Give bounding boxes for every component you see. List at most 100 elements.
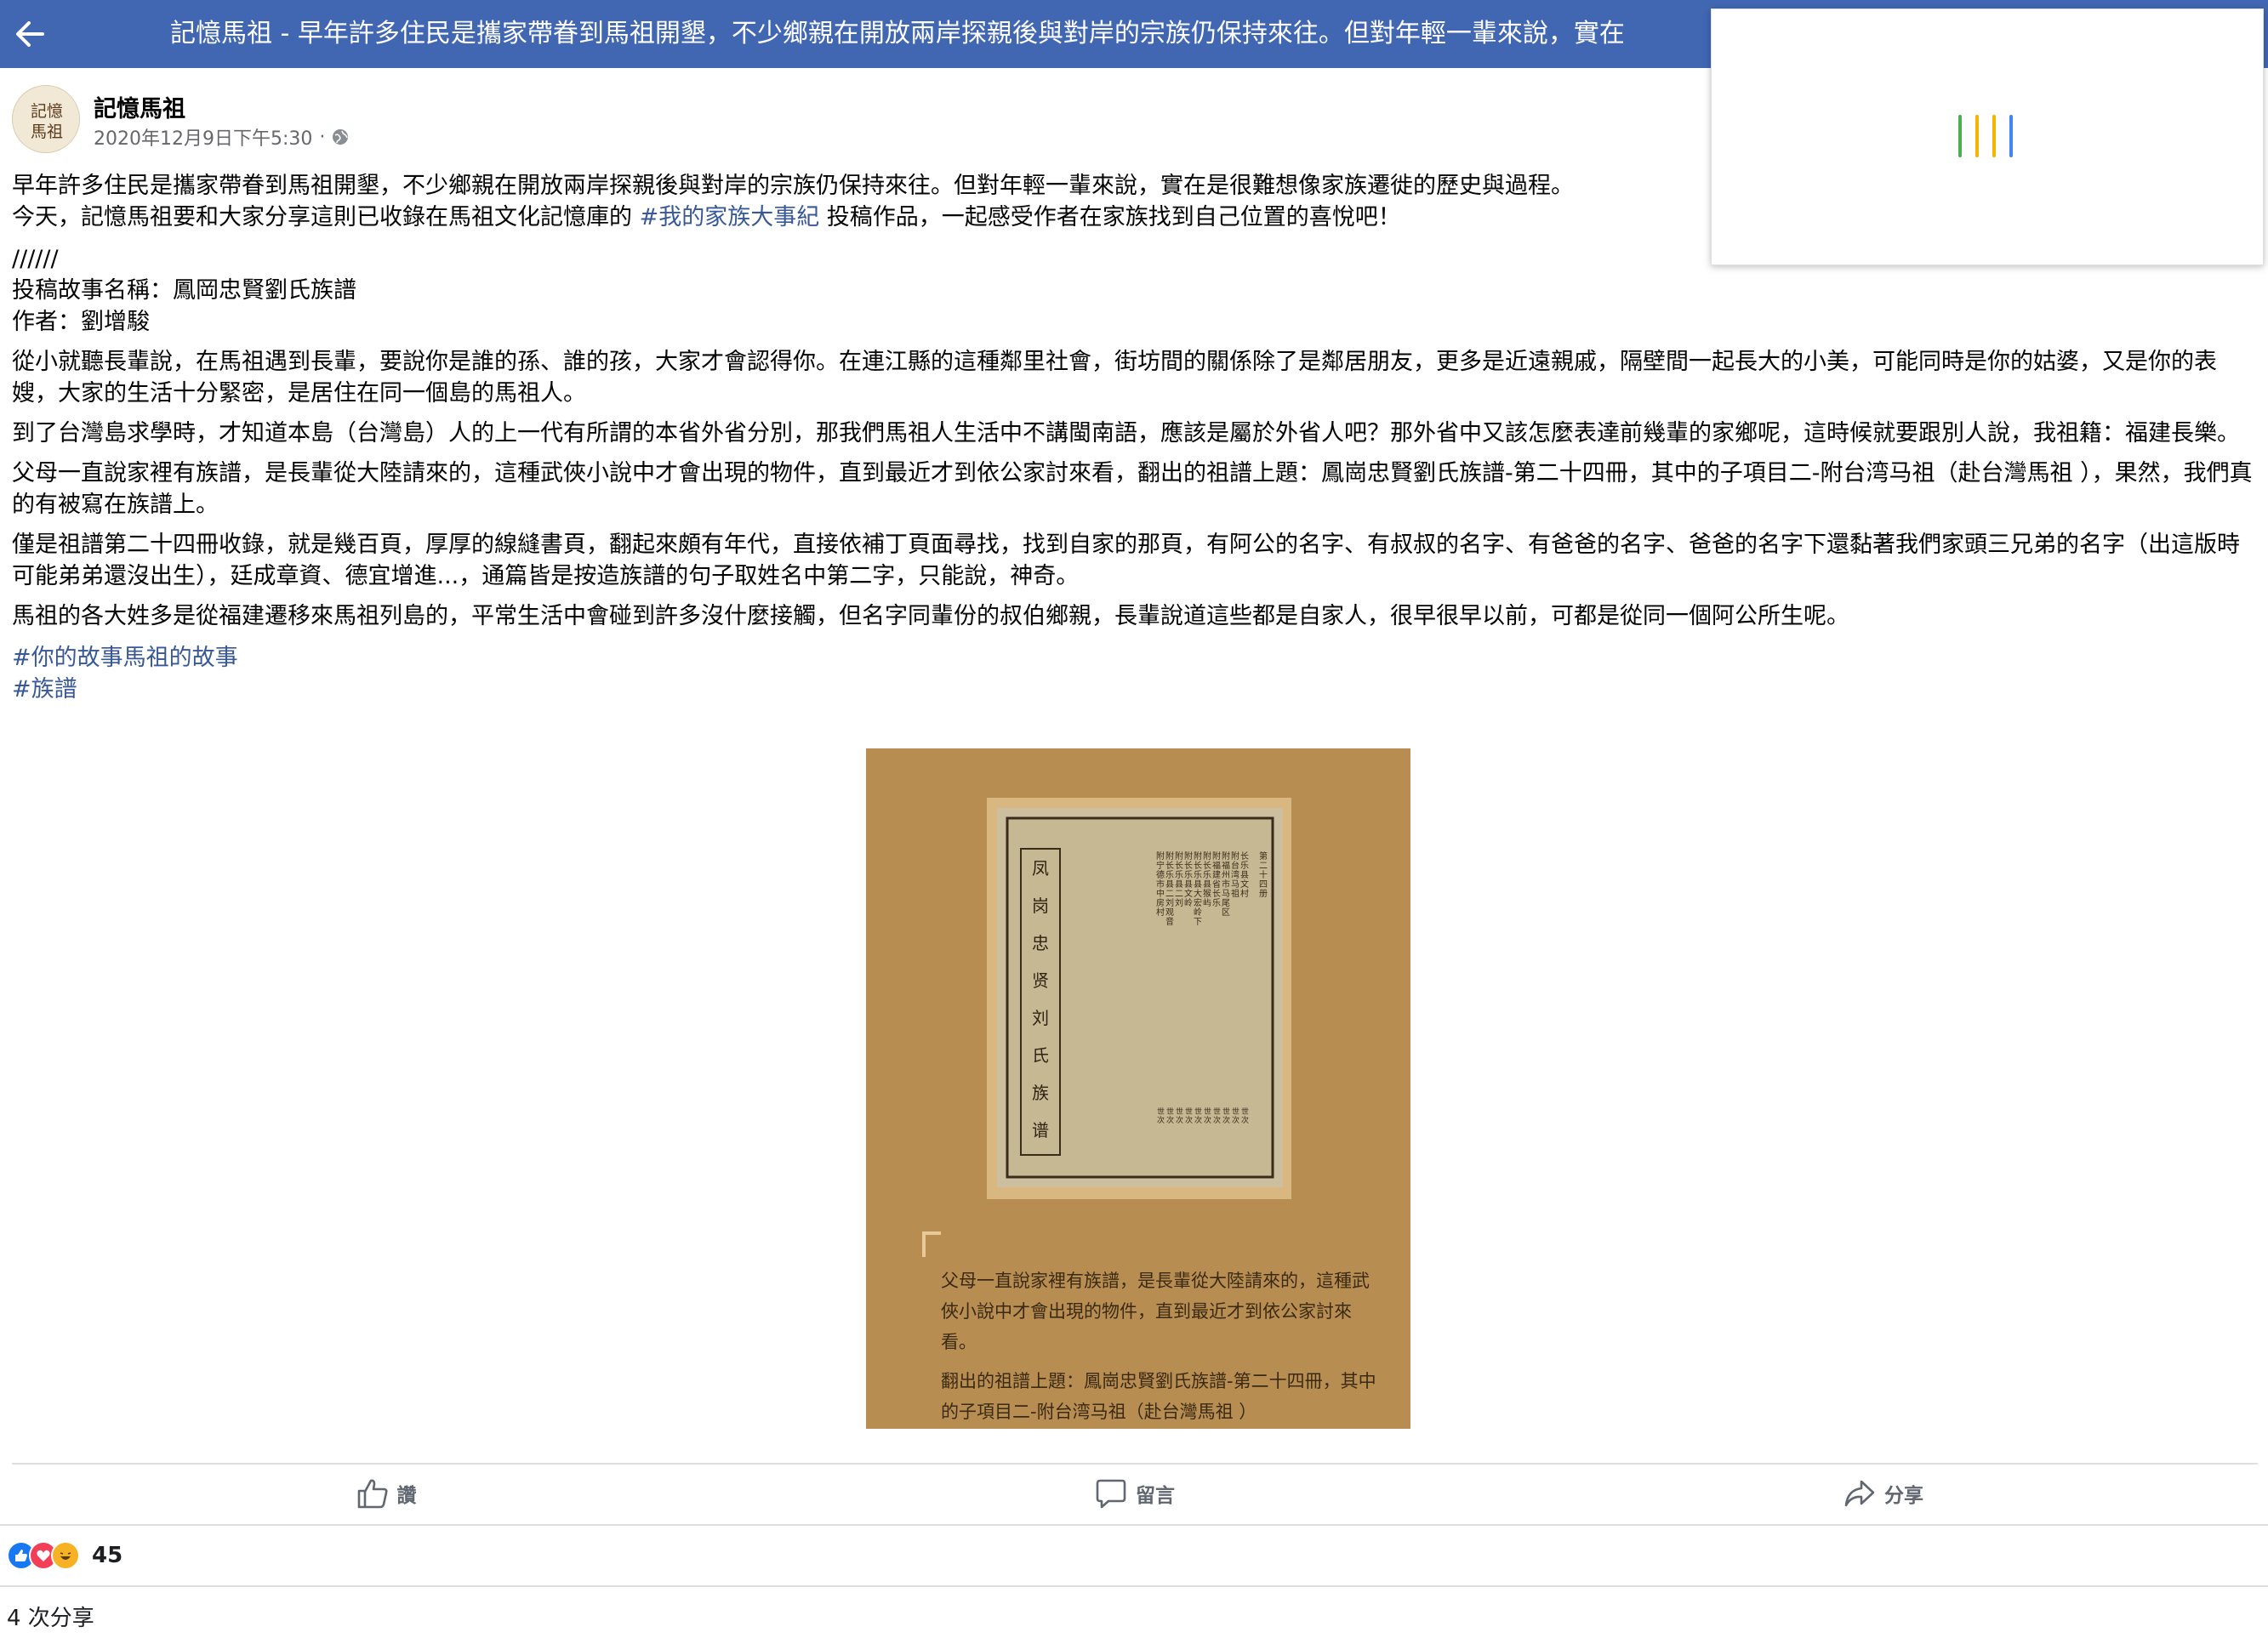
book-column-char: 宁	[1156, 860, 1165, 871]
book-column-char: 区	[1222, 907, 1230, 918]
book-bottom-char: 世	[1185, 1106, 1193, 1117]
globe-icon	[333, 129, 349, 145]
book-column-char: 岭	[1184, 897, 1193, 908]
book-column-char: 乐	[1203, 870, 1211, 880]
book-bottom-char: 世	[1232, 1106, 1239, 1117]
book-column-char: 县	[1194, 879, 1202, 890]
book-column-char: 附	[1212, 850, 1221, 862]
avatar[interactable]: 記憶 馬祖	[12, 85, 80, 153]
meta-separator: ·	[319, 126, 326, 148]
post-timestamp[interactable]: 2020年12月9日下午5:30	[94, 123, 312, 151]
book-column-char: 乐	[1212, 898, 1221, 908]
book-title-char: 凤	[1032, 858, 1049, 879]
like-button[interactable]: 讚	[12, 1465, 761, 1522]
back-button[interactable]	[0, 0, 60, 68]
post-body: 早年許多住民是攜家帶眷到馬祖開墾，不少鄉親在開放兩岸探親後與對岸的宗族仍保持來往…	[12, 170, 2258, 705]
book-column-char: 附	[1194, 850, 1202, 862]
comment-button[interactable]: 留言	[761, 1465, 1509, 1522]
book-column-char: 县	[1184, 879, 1193, 890]
share-button[interactable]: 分享	[1509, 1465, 2258, 1522]
book-column-char: 附	[1231, 850, 1239, 862]
share-icon	[1844, 1480, 1875, 1507]
book-column-char: 乐	[1184, 870, 1193, 880]
book-column-char: 二	[1165, 890, 1174, 899]
book-column-char: 观	[1165, 907, 1174, 918]
post-paragraph: 到了台灣島求學時，才知道本島（台灣島）人的上一代有所謂的本省外省分別，那我們馬祖…	[12, 420, 2240, 446]
hashtag-link[interactable]: #我的家族大事紀	[640, 204, 820, 230]
book-column-char: 大	[1194, 888, 1202, 899]
book-bottom-char: 世	[1204, 1106, 1211, 1117]
book-header-char: 四	[1259, 880, 1268, 890]
book-title-char: 谱	[1032, 1120, 1049, 1140]
divider	[0, 1524, 2268, 1526]
book-bottom-char: 次	[1157, 1115, 1165, 1125]
post-meta: 2020年12月9日下午5:30 ·	[94, 123, 349, 151]
book-column-char: 长	[1212, 889, 1221, 899]
book-bottom-char: 世	[1213, 1106, 1221, 1117]
book-column-char: 音	[1165, 916, 1174, 927]
book-bottom-char: 世	[1166, 1106, 1174, 1117]
book-column-char: 附	[1222, 850, 1230, 862]
book-bottom-char: 世	[1176, 1106, 1183, 1117]
hashtag-link[interactable]: #你的故事馬祖的故事	[12, 642, 2258, 674]
book-column-char: 乐	[1175, 870, 1183, 880]
post-paragraph: 從小就聽長輩說，在馬祖遇到長輩，要說你是誰的孫、誰的孩，大家才會認得你。在連江縣…	[12, 349, 2217, 407]
book-column-char: 中	[1156, 888, 1165, 899]
book-bottom-char: 次	[1185, 1115, 1193, 1125]
post-author[interactable]: 記憶馬祖	[94, 90, 185, 123]
book-column-char: 宏	[1194, 897, 1202, 908]
book-title-char: 族	[1032, 1083, 1049, 1103]
thumbs-up-icon	[357, 1479, 388, 1509]
book-bottom-char: 次	[1241, 1115, 1249, 1125]
book-bottom-char: 次	[1166, 1115, 1174, 1125]
separator-text: //////	[12, 246, 59, 272]
share-count[interactable]: 4 次分享	[7, 1601, 94, 1632]
post-photo[interactable]: 凤岗忠贤刘氏族谱 第二十四册 长乐县文村附台湾马祖附福州市马尾区附福建省长乐附长…	[866, 748, 1410, 1429]
book-column-char: 长	[1165, 861, 1174, 871]
book-title-char: 岗	[1032, 896, 1049, 916]
page-logo-icon: 記憶 馬祖	[13, 86, 79, 152]
book-column-char: 省	[1212, 879, 1221, 890]
book-bottom-char: 次	[1222, 1115, 1230, 1125]
book-column-char: 下	[1194, 918, 1202, 927]
book-column-char: 猴	[1203, 888, 1211, 899]
book-column-char: 房	[1156, 897, 1165, 908]
book-column-char: 县	[1175, 879, 1183, 890]
book-header-char: 二	[1259, 862, 1268, 871]
book-column-char: 附	[1156, 850, 1165, 862]
book-column-char: 二	[1175, 890, 1183, 899]
book-bottom-char: 次	[1204, 1115, 1211, 1125]
story-author: 作者：劉增駿	[12, 309, 150, 335]
book-column-char: 长	[1203, 861, 1211, 871]
book-bottom-char: 世	[1241, 1106, 1249, 1117]
text-segment: 投稿作品，一起感受作者在家族找到自己位置的喜悅吧！	[819, 204, 1401, 230]
book-column-char: 附	[1203, 850, 1211, 862]
caption-text: 父母一直說家裡有族譜，是長輩從大陸請來的，這種武俠小說中才會出現的物件，直到最近…	[941, 1271, 1370, 1352]
book-header-char: 十	[1259, 869, 1268, 880]
post-paragraph: 馬祖的各大姓多是從福建遷移來馬祖列島的，平常生活中會碰到許多沒什麼接觸，但名字同…	[12, 603, 1849, 629]
post-paragraph: 父母一直說家裡有族譜，是長輩從大陸請來的，這種武俠小說中才會出現的物件，直到最近…	[12, 460, 2253, 518]
book-column-char: 台	[1231, 860, 1239, 871]
book-column-char: 附	[1184, 850, 1193, 862]
hashtag-link[interactable]: #族譜	[12, 674, 2258, 705]
book-column-char: 村	[1156, 907, 1165, 918]
book-title-char: 刘	[1032, 1008, 1049, 1028]
haha-reaction-icon	[51, 1541, 80, 1570]
book-column-char: 州	[1222, 870, 1230, 880]
book-column-char: 马	[1222, 889, 1230, 899]
book-bottom-char: 世	[1222, 1106, 1230, 1117]
share-label: 分享	[1884, 1485, 1923, 1507]
svg-text:馬祖: 馬祖	[31, 122, 63, 141]
book-bottom-char: 次	[1213, 1115, 1221, 1125]
book-bottom-char: 世	[1194, 1106, 1202, 1117]
book-column-char: 祖	[1231, 888, 1239, 899]
book-column-char: 长	[1184, 861, 1193, 871]
quote-mark	[922, 1231, 941, 1257]
book-header-char: 册	[1259, 890, 1268, 899]
reaction-count: 45	[92, 1543, 123, 1568]
book-column-char: 市	[1222, 879, 1230, 890]
book-column-char: 县	[1165, 879, 1174, 890]
reaction-summary[interactable]: 45	[7, 1541, 123, 1570]
book-bottom-char: 次	[1194, 1115, 1202, 1125]
book-column-char: 附	[1165, 850, 1174, 862]
